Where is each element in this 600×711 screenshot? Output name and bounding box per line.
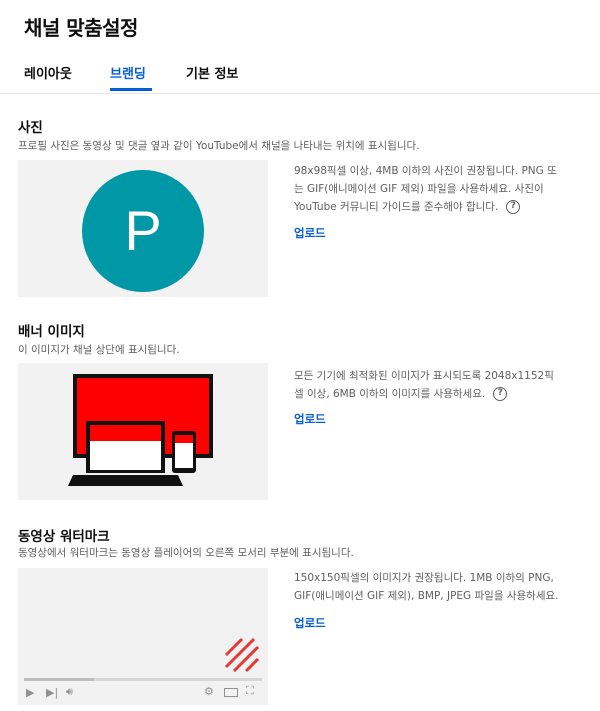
watermark-upload-button[interactable]: 업로드 [294, 615, 326, 631]
tab-branding[interactable]: 브랜딩 [110, 63, 146, 82]
banner-info-line: 모든 기기에 최적화된 이미지가 표시되도록 2048x1152픽 [294, 370, 554, 382]
video-watermark-preview: ▶ ▶| 🔊︎ ⚙ ⛶ [18, 568, 268, 705]
tab-basic-info[interactable]: 기본 정보 [186, 63, 238, 82]
volume-icon[interactable]: 🔊︎ [66, 685, 73, 699]
tab-layout[interactable]: 레이아웃 [24, 63, 72, 82]
watermark-info: 150x150픽셀의 이미지가 권장됩니다. 1MB 이하의 PNG, GIF(… [294, 569, 584, 605]
help-icon[interactable]: ? [493, 387, 508, 401]
banner-section-description: 이 이미지가 채널 상단에 표시됩니다. [18, 344, 180, 356]
next-icon[interactable]: ▶| [46, 686, 58, 699]
devices-illustration-icon [68, 374, 213, 486]
photo-upload-button[interactable]: 업로드 [294, 225, 326, 241]
avatar: P [82, 170, 204, 292]
profile-photo-preview: P [18, 160, 268, 297]
tab-bar: 레이아웃 브랜딩 기본 정보 [0, 52, 600, 94]
help-icon[interactable]: ? [506, 200, 521, 214]
photo-info-line: YouTube 커뮤니티 가이드를 준수해야 합니다.? [294, 198, 584, 216]
photo-info-line: 98x98픽셀 이상, 4MB 이하의 사진이 권장됩니다. PNG 또 [294, 165, 557, 177]
page-title: 채널 맞춤설정 [24, 16, 138, 40]
watermark-placeholder-icon [224, 637, 260, 673]
banner-info-line: 셀 이상, 6MB 이하의 이미지를 사용하세요.? [294, 385, 584, 403]
progress-bar [24, 678, 262, 681]
banner-image-preview [18, 363, 268, 500]
fullscreen-icon[interactable]: ⛶ [246, 684, 254, 698]
photo-section-description: 프로필 사진은 동영상 및 댓글 옆과 같이 YouTube에서 채널을 나타내… [18, 140, 420, 152]
theater-mode-icon[interactable] [224, 688, 238, 697]
photo-info-line: 는 GIF(애니메이션 GIF 제외) 파일을 사용하세요. 사진이 [294, 183, 544, 195]
watermark-section-description: 동영상에서 워터마크는 동영상 플레이어의 오른쪽 모서리 부분에 표시됩니다. [18, 547, 354, 559]
active-tab-indicator [110, 88, 152, 91]
watermark-info-line: 150x150픽셀의 이미지가 권장됩니다. 1MB 이하의 PNG, [294, 572, 554, 584]
gear-icon[interactable]: ⚙ [204, 685, 214, 698]
progress-fill [24, 678, 94, 681]
watermark-info-line: GIF(애니메이션 GIF 제외), BMP, JPEG 파일을 사용하세요. [294, 590, 559, 602]
banner-upload-button[interactable]: 업로드 [294, 411, 326, 427]
banner-section-title: 배너 이미지 [18, 324, 85, 340]
banner-info: 모든 기기에 최적화된 이미지가 표시되도록 2048x1152픽 셀 이상, … [294, 367, 584, 403]
photo-section-title: 사진 [18, 120, 43, 136]
play-icon[interactable]: ▶ [26, 686, 34, 699]
photo-info: 98x98픽셀 이상, 4MB 이하의 사진이 권장됩니다. PNG 또 는 G… [294, 162, 584, 216]
watermark-section-title: 동영상 워터마크 [18, 529, 110, 545]
